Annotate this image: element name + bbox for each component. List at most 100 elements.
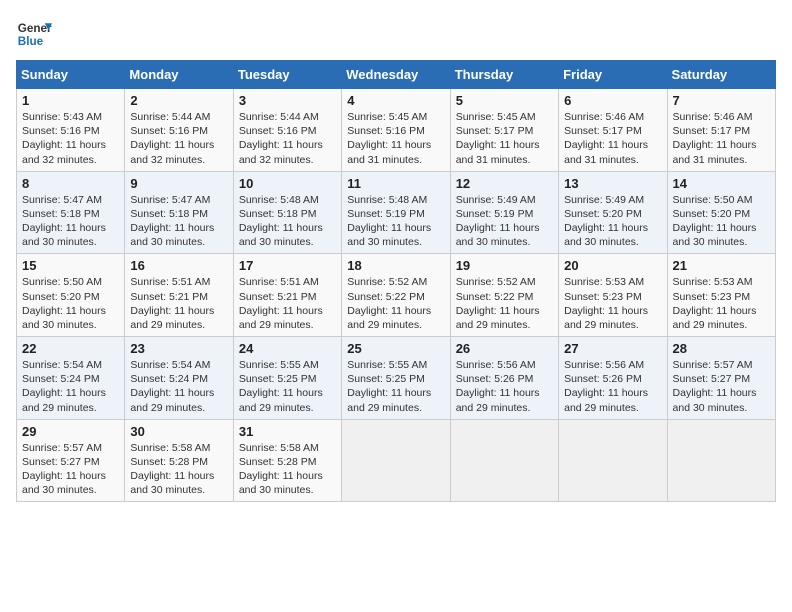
cell-info: Sunrise: 5:53 AMSunset: 5:23 PMDaylight:… <box>673 275 770 332</box>
calendar-week-row: 8 Sunrise: 5:47 AMSunset: 5:18 PMDayligh… <box>17 171 776 254</box>
day-number: 12 <box>456 176 553 191</box>
calendar-cell <box>342 419 450 502</box>
calendar-cell <box>667 419 775 502</box>
day-number: 8 <box>22 176 119 191</box>
calendar-cell: 10 Sunrise: 5:48 AMSunset: 5:18 PMDaylig… <box>233 171 341 254</box>
cell-info: Sunrise: 5:47 AMSunset: 5:18 PMDaylight:… <box>130 193 227 250</box>
day-number: 14 <box>673 176 770 191</box>
calendar-cell <box>559 419 667 502</box>
day-number: 18 <box>347 258 444 273</box>
calendar-week-row: 1 Sunrise: 5:43 AMSunset: 5:16 PMDayligh… <box>17 89 776 172</box>
cell-info: Sunrise: 5:53 AMSunset: 5:23 PMDaylight:… <box>564 275 661 332</box>
calendar-cell: 16 Sunrise: 5:51 AMSunset: 5:21 PMDaylig… <box>125 254 233 337</box>
calendar-cell: 29 Sunrise: 5:57 AMSunset: 5:27 PMDaylig… <box>17 419 125 502</box>
cell-info: Sunrise: 5:54 AMSunset: 5:24 PMDaylight:… <box>130 358 227 415</box>
day-number: 5 <box>456 93 553 108</box>
header-tuesday: Tuesday <box>233 61 341 89</box>
calendar-cell: 3 Sunrise: 5:44 AMSunset: 5:16 PMDayligh… <box>233 89 341 172</box>
calendar-cell: 22 Sunrise: 5:54 AMSunset: 5:24 PMDaylig… <box>17 337 125 420</box>
cell-info: Sunrise: 5:56 AMSunset: 5:26 PMDaylight:… <box>456 358 553 415</box>
calendar-cell: 31 Sunrise: 5:58 AMSunset: 5:28 PMDaylig… <box>233 419 341 502</box>
calendar-week-row: 29 Sunrise: 5:57 AMSunset: 5:27 PMDaylig… <box>17 419 776 502</box>
logo: General Blue <box>16 16 52 52</box>
header-friday: Friday <box>559 61 667 89</box>
calendar-cell: 6 Sunrise: 5:46 AMSunset: 5:17 PMDayligh… <box>559 89 667 172</box>
calendar-cell: 14 Sunrise: 5:50 AMSunset: 5:20 PMDaylig… <box>667 171 775 254</box>
header-thursday: Thursday <box>450 61 558 89</box>
calendar-table: SundayMondayTuesdayWednesdayThursdayFrid… <box>16 60 776 502</box>
logo-icon: General Blue <box>16 16 52 52</box>
calendar-cell: 15 Sunrise: 5:50 AMSunset: 5:20 PMDaylig… <box>17 254 125 337</box>
calendar-cell: 24 Sunrise: 5:55 AMSunset: 5:25 PMDaylig… <box>233 337 341 420</box>
calendar-cell: 20 Sunrise: 5:53 AMSunset: 5:23 PMDaylig… <box>559 254 667 337</box>
calendar-cell: 27 Sunrise: 5:56 AMSunset: 5:26 PMDaylig… <box>559 337 667 420</box>
cell-info: Sunrise: 5:57 AMSunset: 5:27 PMDaylight:… <box>22 441 119 498</box>
day-number: 7 <box>673 93 770 108</box>
day-number: 20 <box>564 258 661 273</box>
day-number: 3 <box>239 93 336 108</box>
calendar-cell: 30 Sunrise: 5:58 AMSunset: 5:28 PMDaylig… <box>125 419 233 502</box>
cell-info: Sunrise: 5:58 AMSunset: 5:28 PMDaylight:… <box>130 441 227 498</box>
cell-info: Sunrise: 5:45 AMSunset: 5:16 PMDaylight:… <box>347 110 444 167</box>
calendar-cell: 11 Sunrise: 5:48 AMSunset: 5:19 PMDaylig… <box>342 171 450 254</box>
day-number: 10 <box>239 176 336 191</box>
day-number: 24 <box>239 341 336 356</box>
day-number: 22 <box>22 341 119 356</box>
header-wednesday: Wednesday <box>342 61 450 89</box>
day-number: 31 <box>239 424 336 439</box>
cell-info: Sunrise: 5:48 AMSunset: 5:19 PMDaylight:… <box>347 193 444 250</box>
calendar-cell: 7 Sunrise: 5:46 AMSunset: 5:17 PMDayligh… <box>667 89 775 172</box>
cell-info: Sunrise: 5:54 AMSunset: 5:24 PMDaylight:… <box>22 358 119 415</box>
calendar-cell: 12 Sunrise: 5:49 AMSunset: 5:19 PMDaylig… <box>450 171 558 254</box>
cell-info: Sunrise: 5:44 AMSunset: 5:16 PMDaylight:… <box>239 110 336 167</box>
cell-info: Sunrise: 5:52 AMSunset: 5:22 PMDaylight:… <box>347 275 444 332</box>
day-number: 23 <box>130 341 227 356</box>
day-number: 28 <box>673 341 770 356</box>
day-number: 1 <box>22 93 119 108</box>
cell-info: Sunrise: 5:52 AMSunset: 5:22 PMDaylight:… <box>456 275 553 332</box>
cell-info: Sunrise: 5:51 AMSunset: 5:21 PMDaylight:… <box>239 275 336 332</box>
calendar-cell: 18 Sunrise: 5:52 AMSunset: 5:22 PMDaylig… <box>342 254 450 337</box>
cell-info: Sunrise: 5:47 AMSunset: 5:18 PMDaylight:… <box>22 193 119 250</box>
calendar-cell: 21 Sunrise: 5:53 AMSunset: 5:23 PMDaylig… <box>667 254 775 337</box>
cell-info: Sunrise: 5:45 AMSunset: 5:17 PMDaylight:… <box>456 110 553 167</box>
calendar-week-row: 22 Sunrise: 5:54 AMSunset: 5:24 PMDaylig… <box>17 337 776 420</box>
day-number: 2 <box>130 93 227 108</box>
calendar-cell: 23 Sunrise: 5:54 AMSunset: 5:24 PMDaylig… <box>125 337 233 420</box>
page-header: General Blue <box>16 16 776 52</box>
calendar-cell: 4 Sunrise: 5:45 AMSunset: 5:16 PMDayligh… <box>342 89 450 172</box>
calendar-cell: 17 Sunrise: 5:51 AMSunset: 5:21 PMDaylig… <box>233 254 341 337</box>
day-number: 13 <box>564 176 661 191</box>
calendar-cell: 1 Sunrise: 5:43 AMSunset: 5:16 PMDayligh… <box>17 89 125 172</box>
calendar-cell: 5 Sunrise: 5:45 AMSunset: 5:17 PMDayligh… <box>450 89 558 172</box>
day-number: 25 <box>347 341 444 356</box>
day-number: 30 <box>130 424 227 439</box>
calendar-header-row: SundayMondayTuesdayWednesdayThursdayFrid… <box>17 61 776 89</box>
cell-info: Sunrise: 5:44 AMSunset: 5:16 PMDaylight:… <box>130 110 227 167</box>
day-number: 9 <box>130 176 227 191</box>
cell-info: Sunrise: 5:49 AMSunset: 5:19 PMDaylight:… <box>456 193 553 250</box>
day-number: 19 <box>456 258 553 273</box>
day-number: 26 <box>456 341 553 356</box>
svg-text:Blue: Blue <box>18 35 44 48</box>
cell-info: Sunrise: 5:55 AMSunset: 5:25 PMDaylight:… <box>239 358 336 415</box>
cell-info: Sunrise: 5:43 AMSunset: 5:16 PMDaylight:… <box>22 110 119 167</box>
calendar-cell: 19 Sunrise: 5:52 AMSunset: 5:22 PMDaylig… <box>450 254 558 337</box>
calendar-cell <box>450 419 558 502</box>
cell-info: Sunrise: 5:58 AMSunset: 5:28 PMDaylight:… <box>239 441 336 498</box>
day-number: 21 <box>673 258 770 273</box>
day-number: 27 <box>564 341 661 356</box>
day-number: 15 <box>22 258 119 273</box>
cell-info: Sunrise: 5:50 AMSunset: 5:20 PMDaylight:… <box>673 193 770 250</box>
calendar-cell: 9 Sunrise: 5:47 AMSunset: 5:18 PMDayligh… <box>125 171 233 254</box>
calendar-cell: 2 Sunrise: 5:44 AMSunset: 5:16 PMDayligh… <box>125 89 233 172</box>
calendar-cell: 8 Sunrise: 5:47 AMSunset: 5:18 PMDayligh… <box>17 171 125 254</box>
cell-info: Sunrise: 5:46 AMSunset: 5:17 PMDaylight:… <box>673 110 770 167</box>
cell-info: Sunrise: 5:51 AMSunset: 5:21 PMDaylight:… <box>130 275 227 332</box>
day-number: 29 <box>22 424 119 439</box>
cell-info: Sunrise: 5:48 AMSunset: 5:18 PMDaylight:… <box>239 193 336 250</box>
calendar-week-row: 15 Sunrise: 5:50 AMSunset: 5:20 PMDaylig… <box>17 254 776 337</box>
calendar-cell: 25 Sunrise: 5:55 AMSunset: 5:25 PMDaylig… <box>342 337 450 420</box>
cell-info: Sunrise: 5:56 AMSunset: 5:26 PMDaylight:… <box>564 358 661 415</box>
cell-info: Sunrise: 5:46 AMSunset: 5:17 PMDaylight:… <box>564 110 661 167</box>
